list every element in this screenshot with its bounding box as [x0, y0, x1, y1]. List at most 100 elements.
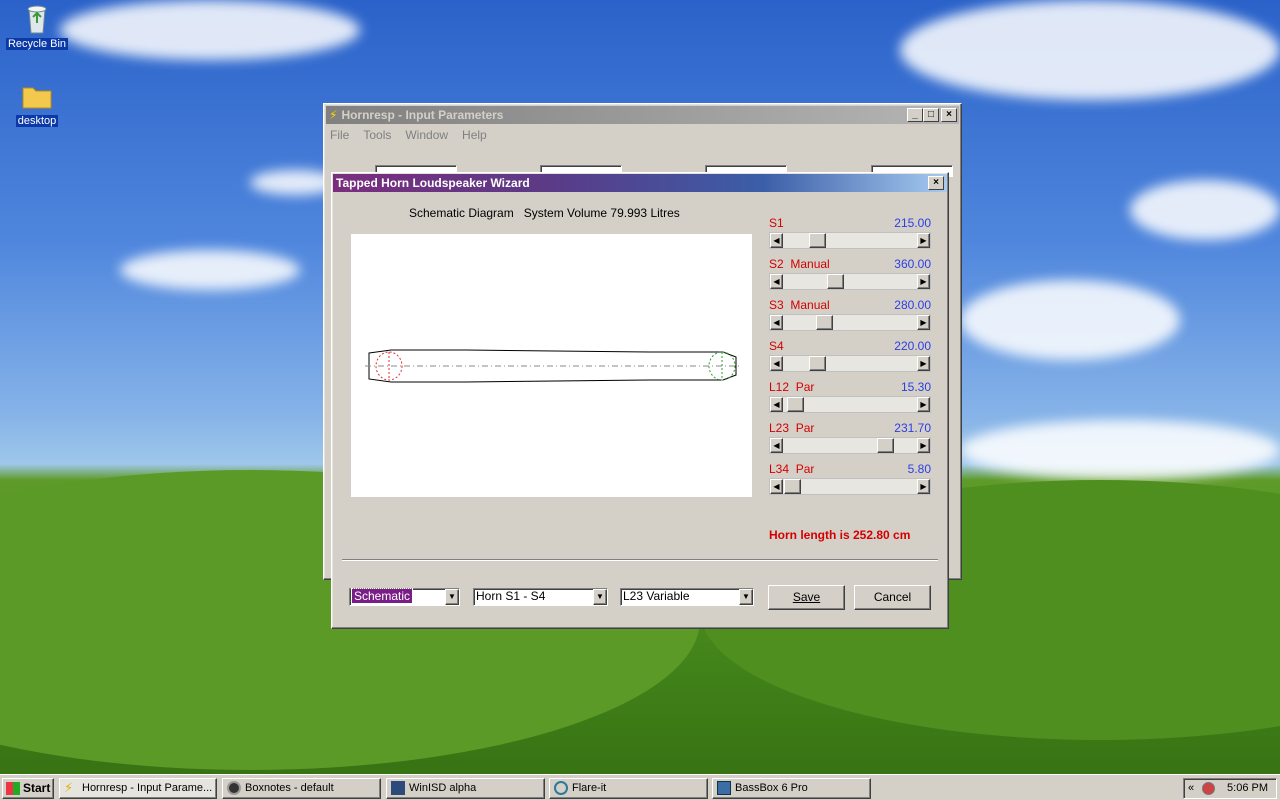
main-menubar: File Tools Window Help: [324, 126, 961, 144]
wizard-title: Tapped Horn Loudspeaker Wizard: [336, 176, 530, 190]
schematic-diagram: [351, 234, 752, 497]
separator-line: [342, 559, 938, 561]
chevron-down-icon[interactable]: ▼: [739, 589, 753, 605]
taskbar-item-label: WinISD alpha: [409, 782, 477, 794]
scroll-right-arrow-icon[interactable]: ▶: [917, 356, 930, 371]
slider-header: S4 220.00: [769, 339, 931, 355]
taskbar-item-flare-it[interactable]: Flare-it: [549, 778, 708, 799]
taskbar-item-hornresp[interactable]: ⚡ Hornresp - Input Parame...: [59, 778, 217, 799]
slider-scrollbar[interactable]: ◀ ▶: [769, 355, 931, 372]
slider-name: S2 Manual: [769, 257, 830, 271]
slider-value: 15.30: [900, 380, 931, 394]
scroll-left-arrow-icon[interactable]: ◀: [770, 438, 783, 453]
slider-row: L34 Par 5.80 ◀ ▶: [769, 462, 931, 495]
taskbar-item-label: Flare-it: [572, 782, 607, 794]
taskbar-item-label: Boxnotes - default: [245, 782, 334, 794]
taskbar-item-boxnotes[interactable]: Boxnotes - default: [222, 778, 381, 799]
slider-thumb[interactable]: [809, 356, 826, 371]
slider-thumb[interactable]: [784, 479, 801, 494]
maximize-button[interactable]: □: [923, 108, 939, 122]
view-combo-value: Schematic: [350, 588, 414, 604]
slider-thumb[interactable]: [827, 274, 844, 289]
slider-row: S2 Manual 360.00 ◀ ▶: [769, 257, 931, 290]
scroll-left-arrow-icon[interactable]: ◀: [770, 315, 783, 330]
scroll-left-arrow-icon[interactable]: ◀: [770, 233, 783, 248]
recycle-bin-icon: [21, 3, 53, 35]
slider-value: 360.00: [894, 257, 931, 271]
slider-name: L23 Par: [769, 421, 815, 435]
scroll-right-arrow-icon[interactable]: ▶: [917, 397, 930, 412]
mode-combo[interactable]: L23 Variable ▼: [620, 588, 754, 606]
scroll-right-arrow-icon[interactable]: ▶: [917, 233, 930, 248]
scroll-left-arrow-icon[interactable]: ◀: [770, 397, 783, 412]
slider-header: S1 215.00: [769, 216, 931, 232]
slider-thumb[interactable]: [809, 233, 826, 248]
slider-row: S3 Manual 280.00 ◀ ▶: [769, 298, 931, 331]
menu-file[interactable]: File: [330, 128, 349, 142]
windows-logo-icon: [6, 782, 20, 795]
taskbar-item-bassbox[interactable]: BassBox 6 Pro: [712, 778, 871, 799]
menu-help[interactable]: Help: [462, 128, 487, 142]
horn-combo[interactable]: Horn S1 - S4 ▼: [473, 588, 608, 606]
slider-value: 215.00: [894, 216, 931, 230]
slider-thumb[interactable]: [787, 397, 804, 412]
scroll-right-arrow-icon[interactable]: ▶: [917, 274, 930, 289]
tray-expand-chevron[interactable]: «: [1188, 779, 1194, 798]
slider-row: L23 Par 231.70 ◀ ▶: [769, 421, 931, 454]
slider-name: S3 Manual: [769, 298, 830, 312]
slider-name: S1: [769, 216, 784, 230]
slider-header: L12 Par 15.30: [769, 380, 931, 396]
chevron-down-icon[interactable]: ▼: [445, 589, 459, 605]
slider-value: 220.00: [894, 339, 931, 353]
volume-tray-icon[interactable]: [1202, 782, 1215, 795]
close-button[interactable]: ×: [941, 108, 957, 122]
wizard-titlebar[interactable]: Tapped Horn Loudspeaker Wizard ×: [333, 174, 947, 192]
slider-thumb[interactable]: [816, 315, 833, 330]
scroll-right-arrow-icon[interactable]: ▶: [917, 479, 930, 494]
desktop-icon-label: Recycle Bin: [5, 38, 69, 50]
menu-tools[interactable]: Tools: [363, 128, 391, 142]
desktop-icon-recycle-bin[interactable]: Recycle Bin: [2, 3, 72, 50]
horn-combo-value: Horn S1 - S4: [476, 589, 546, 603]
slider-header: S2 Manual 360.00: [769, 257, 931, 273]
scroll-left-arrow-icon[interactable]: ◀: [770, 356, 783, 371]
scroll-left-arrow-icon[interactable]: ◀: [770, 479, 783, 494]
slider-row: L12 Par 15.30 ◀ ▶: [769, 380, 931, 413]
start-button[interactable]: Start: [2, 778, 54, 799]
winisd-icon: [391, 781, 405, 795]
slider-name: L34 Par: [769, 462, 815, 476]
taskbar-item-label: BassBox 6 Pro: [735, 782, 808, 794]
view-combo[interactable]: Schematic ▼: [349, 588, 460, 606]
slider-row: S1 215.00 ◀ ▶: [769, 216, 931, 249]
desktop-icon-folder[interactable]: desktop: [2, 80, 72, 127]
schematic-heading: Schematic Diagram System Volume 79.993 L…: [409, 206, 680, 220]
slider-row: S4 220.00 ◀ ▶: [769, 339, 931, 372]
slider-scrollbar[interactable]: ◀ ▶: [769, 437, 931, 454]
scroll-right-arrow-icon[interactable]: ▶: [917, 315, 930, 330]
wizard-close-button[interactable]: ×: [928, 176, 944, 190]
slider-header: L34 Par 5.80: [769, 462, 931, 478]
main-window-title: Hornresp - Input Parameters: [341, 108, 504, 122]
scroll-left-arrow-icon[interactable]: ◀: [770, 274, 783, 289]
slider-name: S4: [769, 339, 784, 353]
lightning-icon: ⚡: [64, 780, 74, 795]
cancel-button[interactable]: Cancel: [854, 585, 931, 610]
slider-scrollbar[interactable]: ◀ ▶: [769, 314, 931, 331]
slider-scrollbar[interactable]: ◀ ▶: [769, 232, 931, 249]
minimize-button[interactable]: _: [907, 108, 923, 122]
save-button[interactable]: Save: [768, 585, 845, 610]
menu-window[interactable]: Window: [405, 128, 448, 142]
slider-header: L23 Par 231.70: [769, 421, 931, 437]
mode-combo-value: L23 Variable: [623, 589, 690, 603]
slider-name: L12 Par: [769, 380, 815, 394]
scroll-right-arrow-icon[interactable]: ▶: [917, 438, 930, 453]
main-window-titlebar[interactable]: ⚡ Hornresp - Input Parameters _ □ ×: [326, 106, 959, 124]
slider-scrollbar[interactable]: ◀ ▶: [769, 396, 931, 413]
taskbar-item-winisd[interactable]: WinISD alpha: [386, 778, 545, 799]
lightning-icon: ⚡: [329, 108, 338, 122]
slider-scrollbar[interactable]: ◀ ▶: [769, 273, 931, 290]
slider-thumb[interactable]: [877, 438, 894, 453]
chevron-down-icon[interactable]: ▼: [593, 589, 607, 605]
slider-scrollbar[interactable]: ◀ ▶: [769, 478, 931, 495]
folder-icon: [21, 80, 53, 112]
